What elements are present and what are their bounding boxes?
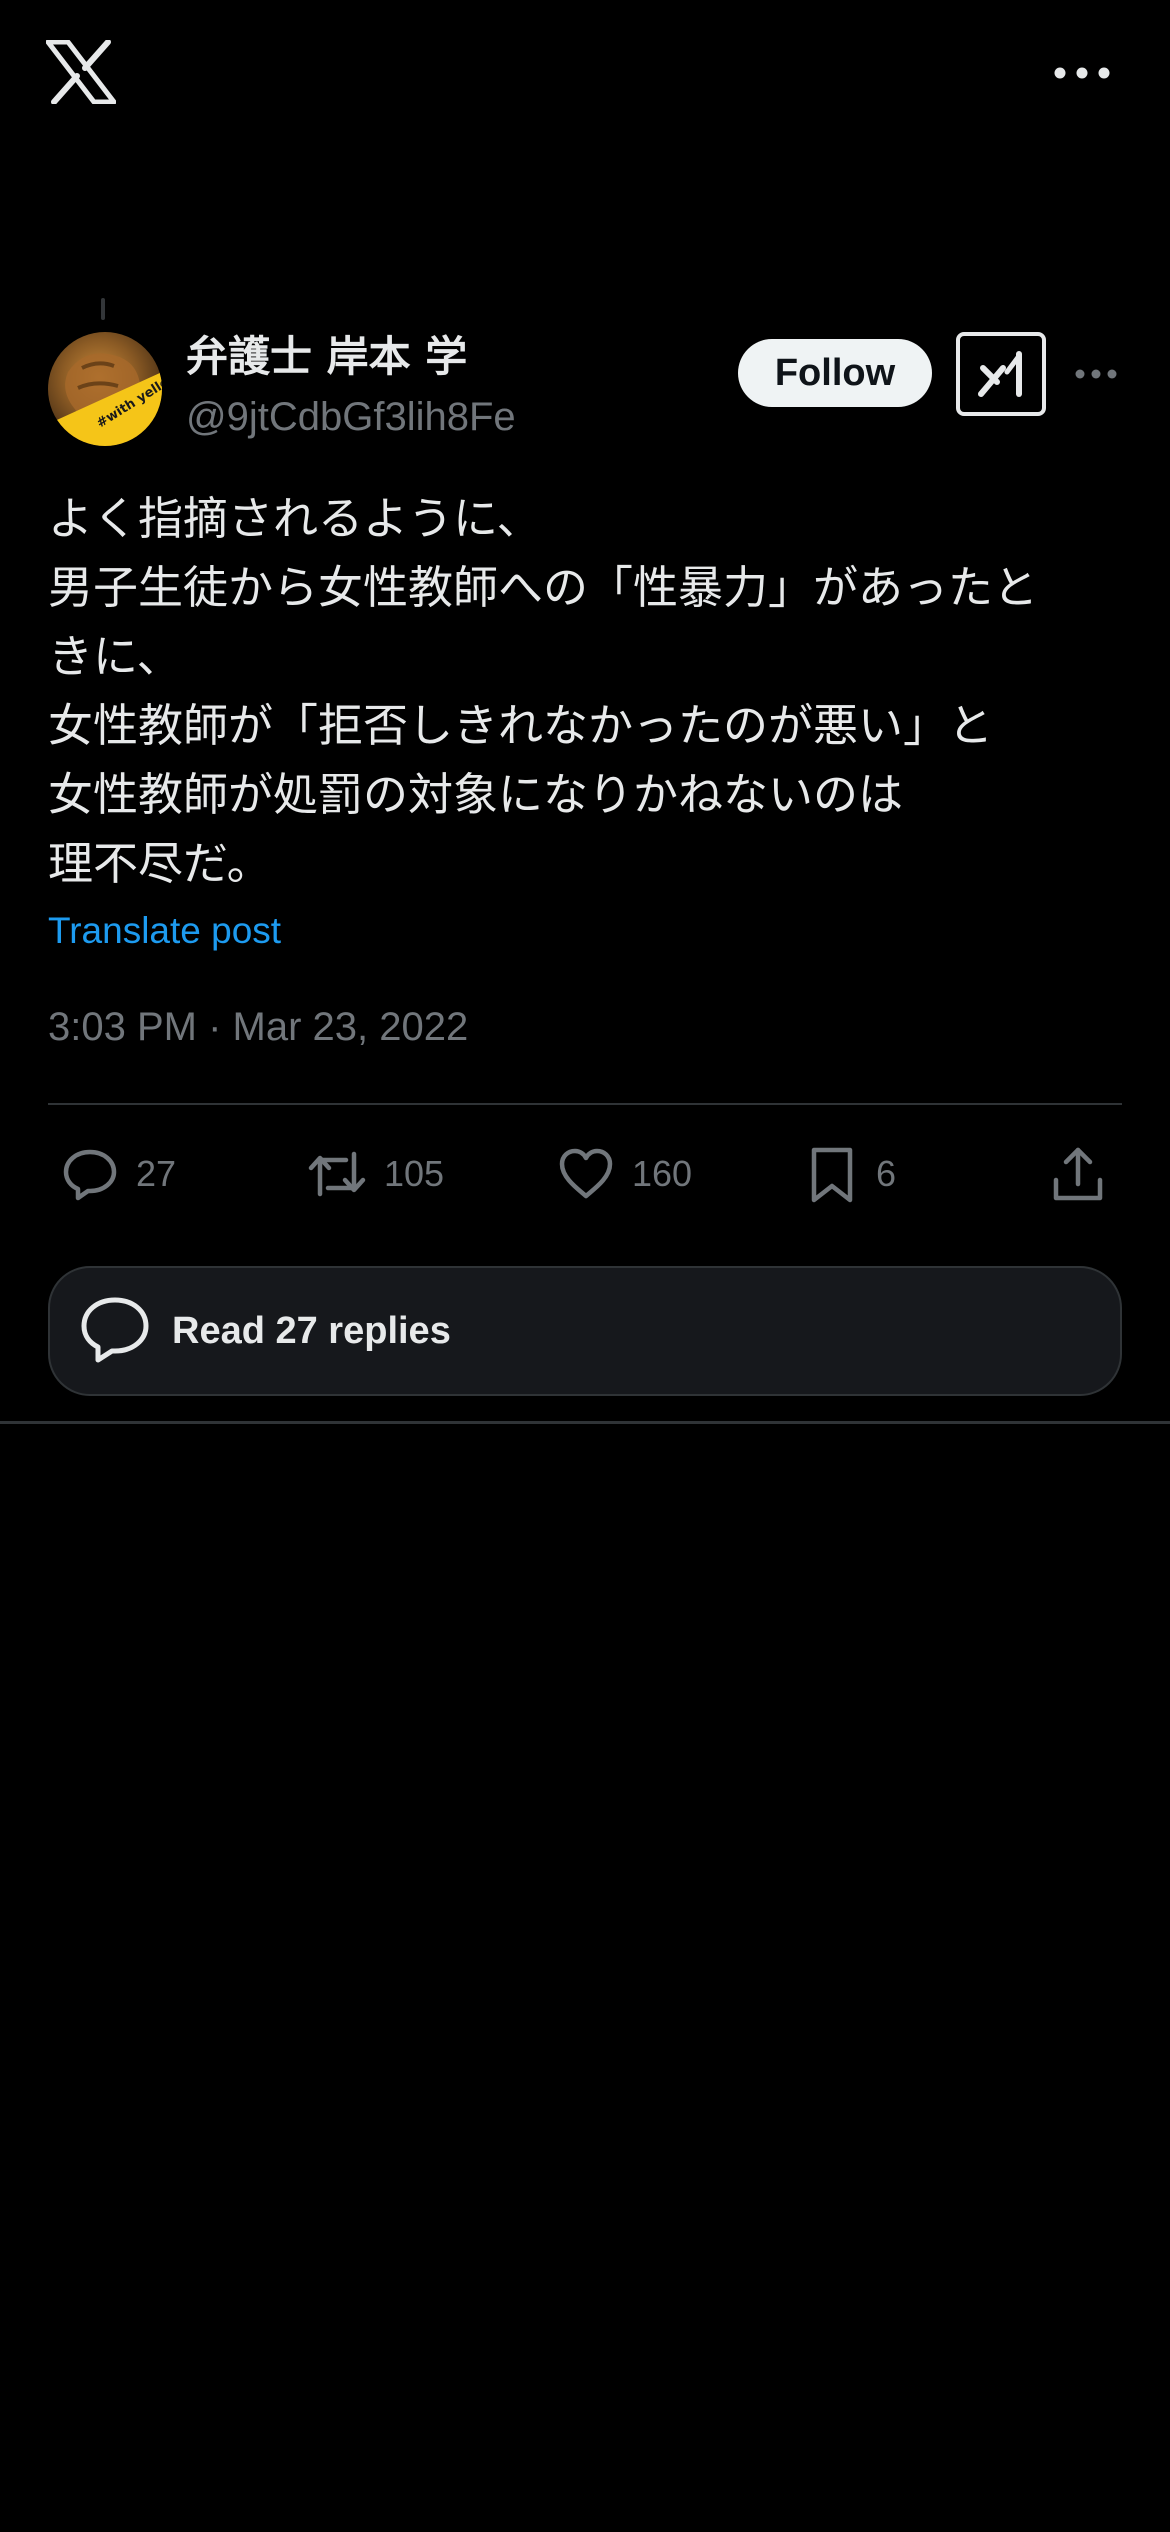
author-name[interactable]: 弁護士 岸本 学 [186,332,467,382]
tweet-text-line: 女性教師が処罰の対象になりかねないのは [48,768,904,821]
repost-icon [306,1144,368,1204]
more-horizontal-icon[interactable] [1052,55,1112,85]
author-handle[interactable]: @9jtCdbGf3lih8Fe [186,392,516,442]
like-button[interactable]: 160 [556,1142,692,1206]
tweet-text-line: 女性教師が「拒否しきれなかったのが悪い」と [48,699,994,752]
reply-count: 27 [136,1153,177,1194]
tweet-text: よく指摘されるように、 男子生徒から女性教師への「性暴力」があったと きに、 女… [48,484,1128,898]
repost-button[interactable]: 105 [306,1142,444,1206]
tweet-text-line: きに、 [48,630,182,683]
reply-icon [60,1144,120,1204]
share-icon [1048,1144,1108,1204]
share-button[interactable] [1048,1142,1108,1206]
tweet-text-line: 理不尽だ。 [48,837,272,890]
translate-post-link[interactable]: Translate post [48,906,281,956]
reply-icon [78,1292,152,1371]
like-count: 160 [632,1153,693,1194]
repost-count: 105 [384,1153,445,1194]
tweet-text-line: よく指摘されるように、 [48,492,542,545]
grok-icon[interactable] [956,332,1046,416]
reply-button[interactable]: 27 [60,1142,176,1206]
divider [48,1103,1122,1105]
top-bar [0,0,1170,150]
read-replies-button[interactable]: Read 27 replies [48,1266,1122,1396]
read-replies-label: Read 27 replies [172,1309,451,1352]
thread-connector-line [101,298,105,320]
bookmark-button[interactable]: 6 [804,1142,896,1206]
avatar[interactable]: #with yellow [48,332,162,446]
tweet-text-line: 男子生徒から女性教師への「性暴力」があったと [48,561,1039,614]
bookmark-count: 6 [876,1153,897,1194]
more-horizontal-icon[interactable] [1074,360,1118,388]
bookmark-icon [804,1144,860,1204]
x-logo-icon[interactable] [45,39,117,105]
heart-icon [556,1144,616,1204]
divider [0,1421,1170,1424]
post-timestamp[interactable]: 3:03 PM · Mar 23, 2022 [48,1002,468,1052]
follow-button[interactable]: Follow [738,339,932,407]
